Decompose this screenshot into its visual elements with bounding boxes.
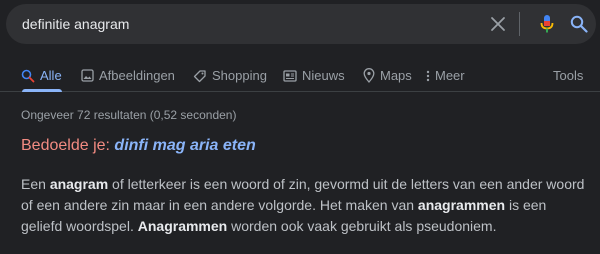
definition-snippet: Een anagram of letterkeer is een woord o…	[21, 174, 591, 237]
tools-label: Tools	[553, 68, 584, 83]
close-icon[interactable]	[486, 12, 510, 36]
result-stats: Ongeveer 72 resultaten (0,52 seconden)	[21, 108, 237, 122]
search-input[interactable]	[22, 4, 442, 44]
spelling-suggestion-link[interactable]: dinfi mag aria eten	[114, 137, 255, 154]
snippet-bold: anagrammen	[417, 197, 506, 213]
tab-shopping[interactable]: Shopping	[193, 60, 267, 91]
tab-more[interactable]: Meer	[426, 60, 465, 91]
search-icon[interactable]	[567, 12, 591, 36]
snippet-bold: Anagrammen	[137, 218, 228, 234]
snippet-text: Een	[21, 176, 50, 192]
tab-label: Shopping	[212, 68, 267, 83]
did-you-mean-label: Bedoelde je:	[21, 137, 110, 154]
search-tabs: Alle Afbeeldingen Shopping Nieuws Maps M…	[0, 60, 600, 92]
microphone-icon[interactable]	[535, 12, 559, 36]
tab-label: Meer	[435, 68, 465, 83]
tag-icon	[193, 69, 207, 83]
tab-news[interactable]: Nieuws	[283, 60, 345, 91]
map-pin-icon	[363, 68, 375, 83]
tab-label: Afbeeldingen	[99, 68, 175, 83]
tools-button[interactable]: Tools	[553, 60, 583, 91]
snippet-text: worden ook vaak gebruikt als pseudoniem.	[227, 218, 497, 234]
tab-all[interactable]: Alle	[21, 60, 62, 92]
image-icon	[81, 69, 94, 82]
search-divider	[519, 12, 520, 36]
tab-label: Alle	[40, 68, 62, 83]
did-you-mean: Bedoelde je: dinfi mag aria eten	[21, 137, 256, 155]
search-bar[interactable]	[6, 4, 596, 44]
tab-images[interactable]: Afbeeldingen	[81, 60, 175, 91]
search-icon	[21, 69, 35, 83]
tab-label: Nieuws	[302, 68, 345, 83]
newspaper-icon	[283, 69, 297, 82]
more-vert-icon	[426, 70, 430, 82]
snippet-bold: anagram	[49, 176, 109, 192]
tab-maps[interactable]: Maps	[363, 60, 412, 91]
tab-label: Maps	[380, 68, 412, 83]
